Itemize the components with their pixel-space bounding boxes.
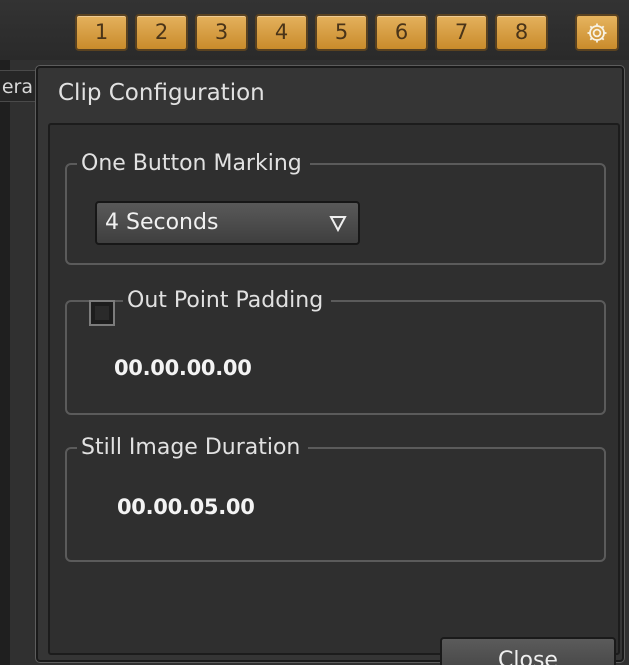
slot-button-3[interactable]: 3 bbox=[195, 14, 248, 51]
slot-button-6[interactable]: 6 bbox=[375, 14, 428, 51]
out-point-padding-checkbox[interactable] bbox=[89, 300, 115, 326]
slot-button-2[interactable]: 2 bbox=[135, 14, 188, 51]
close-button[interactable]: Close bbox=[440, 637, 616, 665]
still-image-duration-label: Still Image Duration bbox=[77, 434, 309, 462]
slot-button-1[interactable]: 1 bbox=[75, 14, 128, 51]
chevron-down-icon bbox=[329, 216, 347, 233]
clip-configuration-dialog: Clip Configuration One Button Marking 4 … bbox=[36, 66, 624, 665]
dialog-title: Clip Configuration bbox=[58, 80, 265, 106]
background-tab-stub: era bbox=[0, 70, 36, 102]
slot-button-4[interactable]: 4 bbox=[255, 14, 308, 51]
one-button-marking-dropdown[interactable]: 4 Seconds bbox=[95, 201, 360, 245]
still-image-duration-value[interactable]: 00.00.05.00 bbox=[117, 493, 255, 521]
top-toolbar: 1 2 3 4 5 6 7 8 bbox=[0, 0, 629, 60]
slot-button-7[interactable]: 7 bbox=[435, 14, 488, 51]
gear-icon bbox=[587, 23, 607, 42]
slot-button-5[interactable]: 5 bbox=[315, 14, 368, 51]
out-point-padding-value[interactable]: 00.00.00.00 bbox=[114, 354, 252, 382]
out-point-padding-label: Out Point Padding bbox=[123, 287, 332, 315]
one-button-marking-section: One Button Marking 4 Seconds bbox=[65, 150, 606, 265]
out-point-padding-section: Out Point Padding 00.00.00.00 bbox=[65, 287, 606, 415]
dialog-content: One Button Marking 4 Seconds Out Point P… bbox=[48, 123, 620, 665]
settings-button[interactable] bbox=[575, 14, 619, 51]
dropdown-value: 4 Seconds bbox=[105, 210, 219, 235]
still-image-duration-section: Still Image Duration 00.00.05.00 bbox=[65, 434, 606, 562]
one-button-marking-label: One Button Marking bbox=[77, 150, 310, 178]
app-canvas: 1 2 3 4 5 6 7 8 era Clip Configuration O… bbox=[0, 0, 629, 665]
left-side-rail bbox=[0, 60, 10, 665]
slot-button-8[interactable]: 8 bbox=[495, 14, 548, 51]
